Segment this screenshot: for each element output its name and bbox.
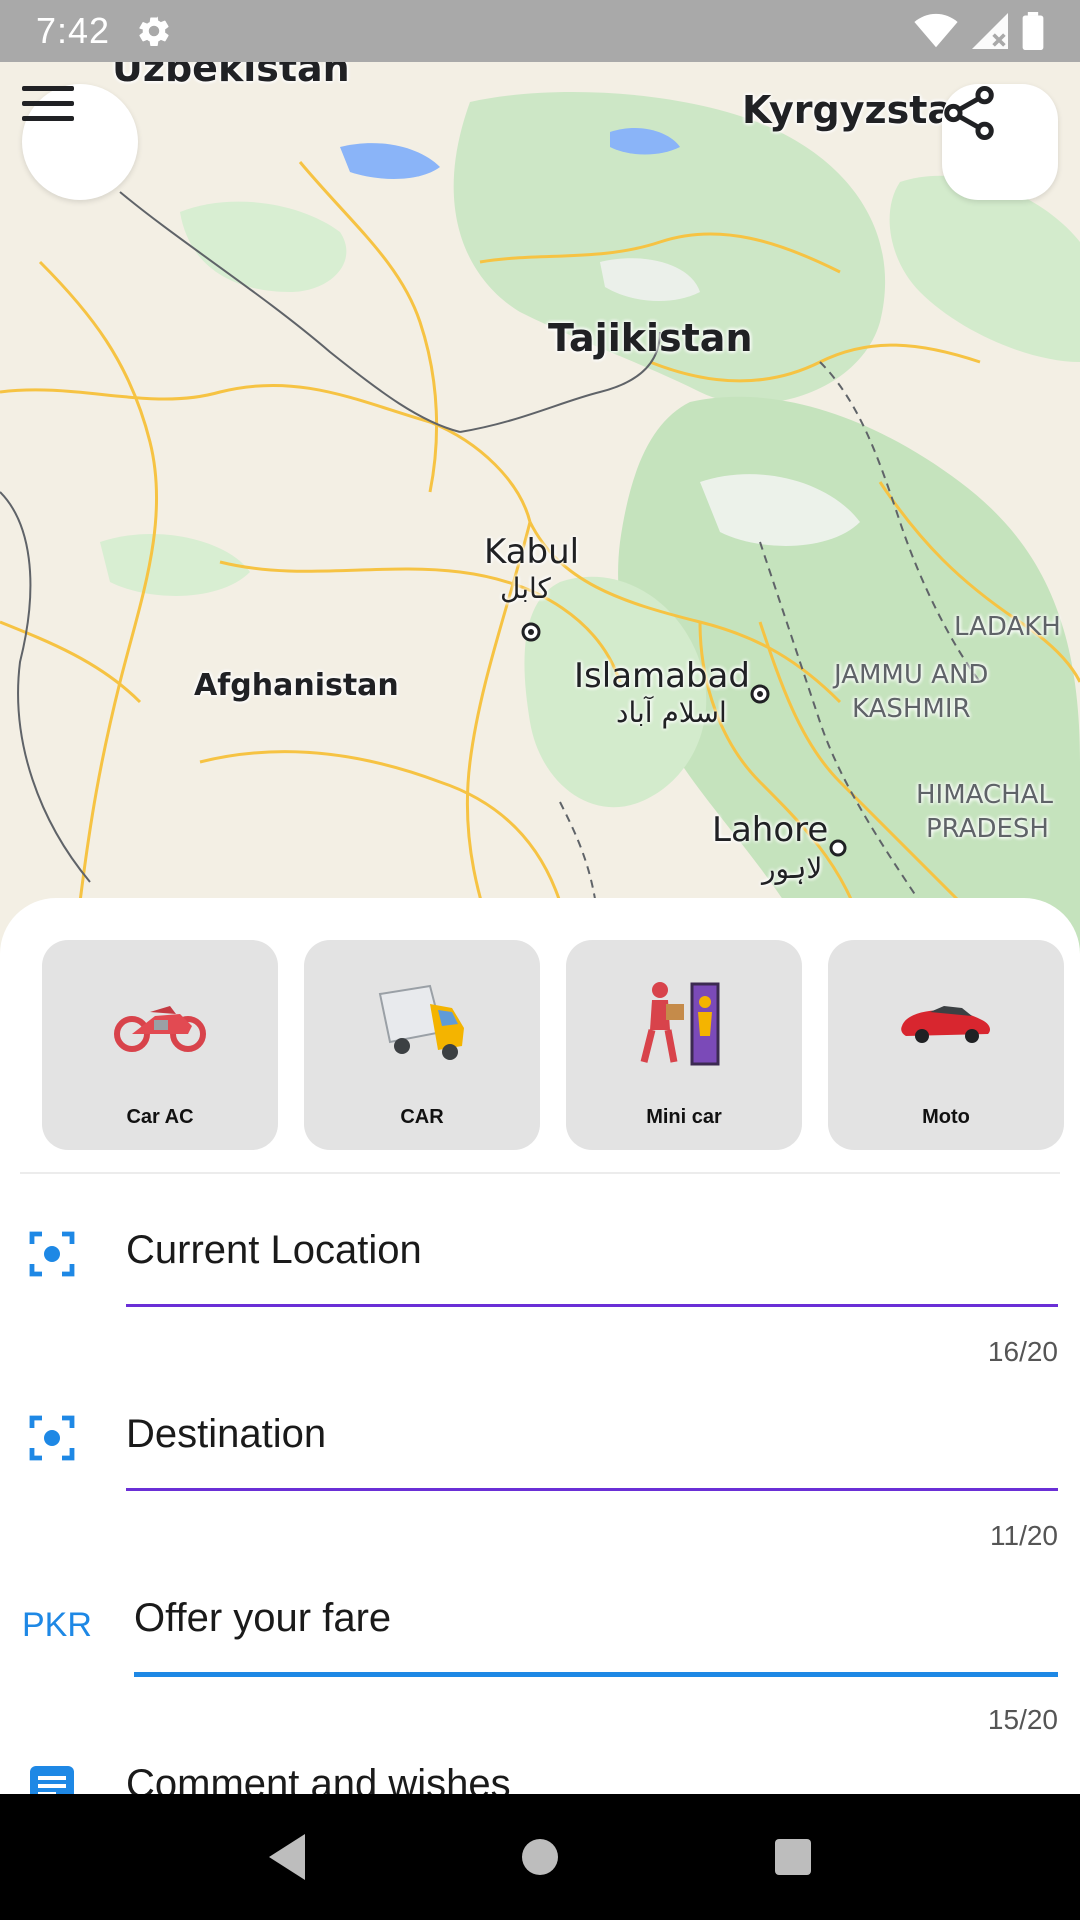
location-target-icon [29, 1231, 75, 1277]
home-circle-icon [521, 1839, 558, 1875]
fare-input[interactable]: Offer your fare [134, 1596, 391, 1641]
location-target-icon [29, 1415, 75, 1461]
vehicle-selector: Car AC CAR Mini car Moto [42, 940, 1080, 1150]
map-label-himachal-2: PRADESH [926, 814, 1049, 844]
comment-input[interactable]: Comment and wishes [126, 1762, 511, 1794]
vehicle-card-car[interactable]: CAR [304, 940, 540, 1150]
vehicle-card-car-ac[interactable]: Car AC [42, 940, 278, 1150]
status-icons [914, 12, 1044, 50]
map-terrain [0, 92, 1080, 962]
system-navigation-bar [0, 1794, 1080, 1920]
motorcycle-icon [114, 1006, 206, 1052]
map-label-lahore-native: لاہور [762, 852, 823, 885]
vehicle-label: Car AC [126, 1106, 194, 1128]
destination-input[interactable]: Destination [126, 1412, 326, 1457]
battery-icon [1022, 12, 1044, 50]
destination-field[interactable]: Destination 11/20 [0, 1372, 1080, 1556]
vehicle-label: Moto [922, 1106, 970, 1128]
character-counter: 11/20 [990, 1520, 1058, 1551]
back-triangle-icon [268, 1834, 305, 1880]
map-label-himachal-1: HIMACHAL [916, 780, 1053, 810]
home-button[interactable] [508, 1825, 572, 1889]
field-underline [134, 1672, 1058, 1677]
map-label-islamabad-native: اسلام آباد [616, 696, 727, 729]
cell-signal-icon [972, 13, 1008, 49]
menu-icon [22, 86, 74, 121]
map-label-lahore: Lahore [712, 810, 829, 850]
vehicle-label: CAR [400, 1106, 444, 1128]
map-label-jammu-2: KASHMIR [852, 694, 971, 724]
map-label-kabul-native: کابل [500, 572, 551, 605]
back-button[interactable] [255, 1825, 319, 1889]
status-time: 7:42 [36, 10, 111, 51]
current-location-input[interactable]: Current Location [126, 1228, 422, 1273]
comment-icon [30, 1766, 74, 1794]
map-label-afghanistan: Afghanistan [194, 668, 399, 703]
map-label-kabul: Kabul [484, 532, 580, 572]
character-counter: 15/20 [987, 1704, 1058, 1735]
car-icon [901, 1006, 990, 1043]
menu-button[interactable] [22, 84, 138, 200]
truck-icon [378, 984, 464, 1060]
booking-sheet: Car AC CAR Mini car Moto Current Locatio… [0, 898, 1080, 1794]
map-label-jammu-1: JAMMU AND [834, 660, 989, 690]
field-underline [126, 1304, 1058, 1307]
settings-gear-icon [139, 16, 169, 46]
fare-field[interactable]: PKR Offer your fare 15/20 [0, 1556, 1080, 1740]
map-label-ladakh: LADAKH [954, 612, 1061, 642]
share-icon [944, 86, 994, 140]
map-label-uzbekistan: Uzbekistan [112, 62, 350, 90]
comment-field[interactable]: Comment and wishes [0, 1740, 1080, 1794]
vehicle-label: Mini car [646, 1106, 722, 1128]
vehicle-card-moto[interactable]: Moto [828, 940, 1064, 1150]
map-label-tajikistan: Tajikistan [548, 316, 753, 360]
recents-button[interactable] [761, 1825, 825, 1889]
character-counter: 16/20 [987, 1336, 1058, 1367]
status-bar: 7:42 [0, 0, 1080, 62]
map-label-islamabad: Islamabad [574, 656, 750, 696]
field-underline [126, 1488, 1058, 1491]
share-button[interactable] [942, 84, 1058, 200]
currency-prefix: PKR [22, 1606, 92, 1644]
vehicle-card-mini-car[interactable]: Mini car [566, 940, 802, 1150]
divider [20, 1172, 1060, 1174]
delivery-person-icon [640, 982, 720, 1066]
screen: 7:42 Uzbekistan Kyrgyzstan Tajikistan Af… [0, 0, 1080, 1920]
map-view[interactable]: Uzbekistan Kyrgyzstan Tajikistan Afghani… [0, 62, 1080, 962]
recents-square-icon [775, 1839, 812, 1875]
wifi-icon [914, 13, 958, 48]
current-location-field[interactable]: Current Location 16/20 [0, 1188, 1080, 1372]
